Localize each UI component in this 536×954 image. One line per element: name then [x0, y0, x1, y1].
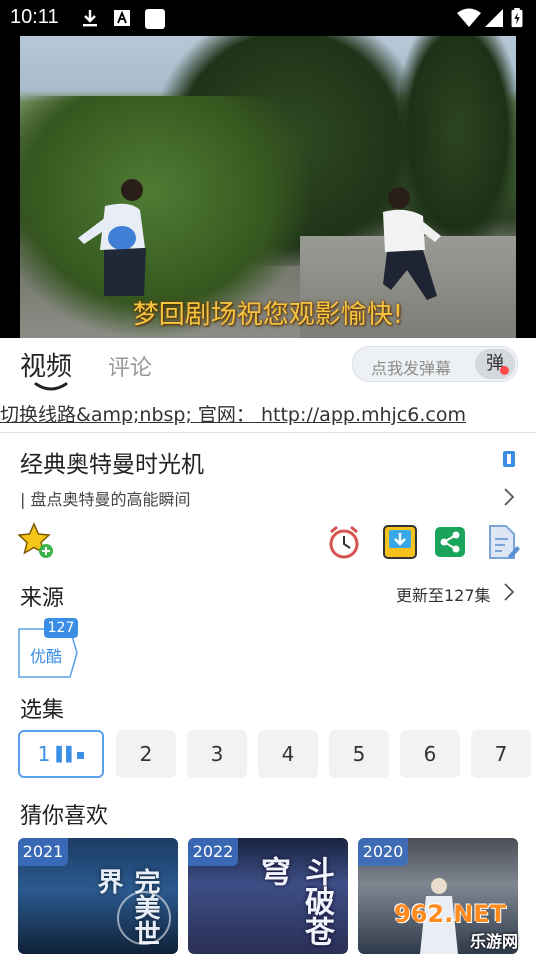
episode-list: 1 ▌▌▪ 2 3 4 5 6 7: [18, 730, 536, 778]
battery-icon: [511, 8, 523, 28]
episode-button-3[interactable]: 3: [187, 730, 247, 778]
danmu-toggle-button[interactable]: 弹: [475, 349, 515, 379]
square-status-icon: [145, 9, 165, 29]
bookmark-icon[interactable]: [502, 450, 516, 468]
episode-number: 5: [352, 742, 366, 766]
video-person-right: [383, 187, 441, 300]
tab-video[interactable]: 视频: [20, 346, 72, 383]
watermark-logo-text: 962.NET: [394, 900, 507, 928]
share-icon[interactable]: [434, 526, 466, 558]
danmu-input[interactable]: 点我发弹幕 弹: [352, 346, 518, 382]
recommend-year-badge: 2021: [18, 838, 68, 866]
video-person-left: [78, 179, 146, 296]
update-status[interactable]: 更新至127集: [396, 582, 491, 606]
episode-number: 2: [139, 742, 153, 766]
episode-button-2[interactable]: 2: [116, 730, 176, 778]
signal-icon: [485, 9, 503, 27]
alarm-clock-icon[interactable]: [326, 524, 362, 560]
episode-button-6[interactable]: 6: [400, 730, 460, 778]
video-subtitle: 梦回剧场祝您观影愉快!: [132, 300, 404, 330]
download-status-icon: [83, 10, 97, 27]
tab-comment[interactable]: 评论: [108, 350, 152, 382]
show-title: 经典奥特曼时光机: [20, 452, 204, 478]
danmu-status-dot: [500, 366, 509, 375]
divider: [0, 432, 536, 433]
favorite-add-icon[interactable]: [18, 522, 54, 558]
danmu-placeholder: 点我发弹幕: [371, 359, 452, 378]
font-status-icon: [114, 10, 130, 26]
edit-note-icon[interactable]: [486, 524, 520, 560]
show-description[interactable]: | 盘点奥特曼的高能瞬间: [20, 486, 190, 510]
recommend-poster-title: 斗破苍穹: [255, 856, 334, 946]
site-watermark: 962.NET 乐游网: [394, 900, 534, 954]
episode-number: 4: [281, 742, 295, 766]
video-player[interactable]: 梦回剧场祝您观影愉快!: [0, 36, 536, 338]
recommend-card[interactable]: 2021 完美世界: [18, 838, 178, 954]
source-section-title: 来源: [20, 586, 65, 611]
chevron-right-icon[interactable]: [502, 487, 516, 507]
video-frame[interactable]: 梦回剧场祝您观影愉快!: [20, 36, 516, 338]
source-episode-count-badge: 127: [44, 618, 78, 638]
watermark-site-name: 乐游网: [470, 932, 519, 951]
playing-indicator-icon: ▌▌▪: [56, 747, 85, 763]
episode-number: 3: [210, 742, 224, 766]
episode-number: 1: [37, 742, 51, 766]
episode-number: 6: [423, 742, 437, 766]
episode-number: 7: [494, 742, 508, 766]
status-bar: 10:11: [0, 0, 536, 36]
episode-button-7[interactable]: 7: [471, 730, 531, 778]
line-switch-notice[interactable]: 切换线路&amp;nbsp; 官网： http://app.mhjc6.com: [0, 400, 536, 430]
wifi-icon: [457, 8, 481, 27]
episode-button-4[interactable]: 4: [258, 730, 318, 778]
action-bar: [0, 522, 536, 566]
recommend-year-badge: 2020: [358, 838, 408, 866]
status-time: 10:11: [10, 6, 59, 28]
download-icon[interactable]: [382, 524, 418, 560]
episodes-section-title: 选集: [20, 698, 65, 723]
source-youku-label[interactable]: 优酷: [30, 643, 62, 667]
episode-button-5[interactable]: 5: [329, 730, 389, 778]
recommend-section-title: 猜你喜欢: [20, 804, 109, 829]
recommend-card[interactable]: 2022 斗破苍穹: [188, 838, 348, 954]
tab-active-indicator: [34, 382, 68, 391]
source-chevron-right-icon[interactable]: [502, 582, 516, 602]
content-tabs: 视频 评论 点我发弹幕 弹: [0, 338, 536, 398]
episode-button-1[interactable]: 1 ▌▌▪: [18, 730, 104, 778]
recommend-year-badge: 2022: [188, 838, 238, 866]
play-circle-icon: [117, 891, 171, 945]
